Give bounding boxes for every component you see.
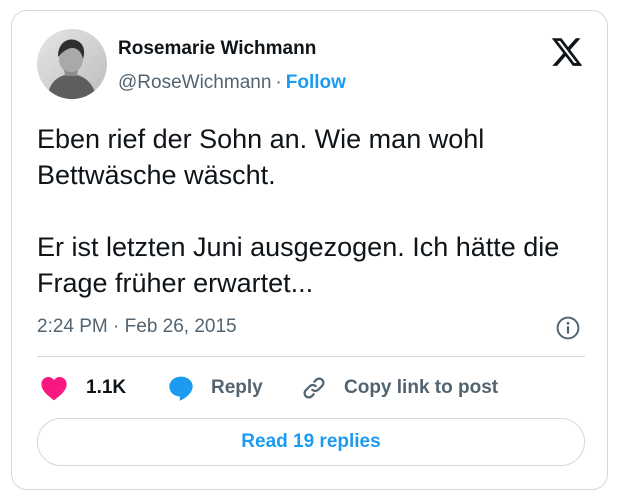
- profile-photo: [37, 29, 107, 99]
- author-handle-line: @RoseWichmann · Follow: [118, 72, 346, 94]
- copy-link-label: Copy link to post: [344, 377, 499, 398]
- tweet-text: Eben rief der Sohn an. Wie man wohl Bett…: [37, 121, 587, 301]
- reply-bubble-icon: [167, 374, 195, 402]
- separator-dot: ·: [275, 72, 282, 93]
- author-handle[interactable]: @RoseWichmann: [118, 72, 271, 93]
- reply-button[interactable]: Reply: [167, 373, 263, 403]
- like-button[interactable]: 1.1K: [40, 373, 126, 403]
- author-name[interactable]: Rosemarie Wichmann: [118, 38, 316, 60]
- follow-button[interactable]: Follow: [286, 72, 346, 93]
- reply-label: Reply: [211, 377, 263, 398]
- x-logo-icon[interactable]: [550, 35, 584, 69]
- info-icon[interactable]: [555, 315, 581, 341]
- divider: [37, 356, 585, 357]
- tweet-paragraph: Eben rief der Sohn an. Wie man wohl Bett…: [37, 124, 485, 190]
- author-avatar[interactable]: [37, 29, 107, 99]
- read-replies-button[interactable]: Read 19 replies: [37, 418, 585, 466]
- tweet-card: Rosemarie Wichmann @RoseWichmann · Follow …: [11, 10, 608, 490]
- likes-count: 1.1K: [86, 377, 127, 398]
- copy-link-button[interactable]: Copy link to post: [300, 373, 498, 403]
- link-icon: [300, 374, 328, 402]
- tweet-timestamp[interactable]: 2:24 PM · Feb 26, 2015: [37, 316, 237, 338]
- tweet-paragraph: Er ist letzten Juni ausgezogen. Ich hätt…: [37, 232, 560, 298]
- heart-icon: [40, 375, 68, 401]
